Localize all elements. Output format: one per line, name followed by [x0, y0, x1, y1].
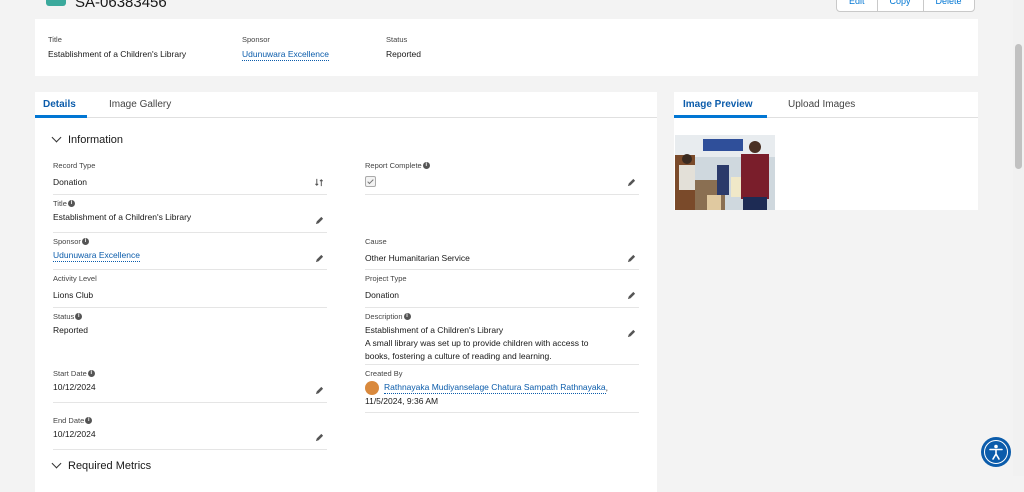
pencil-icon[interactable]: [627, 291, 636, 300]
highlight-status: Status Reported: [386, 35, 421, 59]
field-status: Status i Reported: [53, 312, 88, 335]
field-report-complete: Report Complete i: [365, 161, 430, 187]
image-tabbar: Image Preview Upload Images: [674, 92, 978, 118]
description-line: books, fostering a culture of reading an…: [365, 351, 552, 361]
divider: [53, 307, 327, 308]
tab-image-preview[interactable]: Image Preview: [683, 99, 752, 110]
pencil-icon[interactable]: [315, 433, 324, 442]
accessibility-icon[interactable]: [981, 437, 1011, 467]
highlight-sponsor: Sponsor Udunuwara Excellence: [242, 35, 329, 61]
divider: [365, 307, 639, 308]
field-project-type: Project Type Donation: [365, 274, 407, 300]
active-tab-indicator: [35, 115, 87, 118]
pencil-icon[interactable]: [315, 216, 324, 225]
action-button-group: Edit Copy Delete: [836, 0, 975, 12]
info-icon[interactable]: i: [81, 238, 89, 245]
field-end-date: End Date i 10/12/2024: [53, 416, 96, 439]
scrollbar-thumb[interactable]: [1015, 44, 1022, 169]
avatar: [365, 381, 379, 395]
divider: [53, 269, 327, 270]
preview-photo[interactable]: [675, 135, 775, 210]
field-activity-level: Activity Level Lions Club: [53, 274, 97, 300]
field-cause: Cause Other Humanitarian Service: [365, 237, 470, 263]
info-icon[interactable]: i: [85, 417, 93, 424]
change-record-type-icon[interactable]: [315, 178, 324, 187]
delete-button[interactable]: Delete: [924, 0, 974, 11]
report-complete-checkbox: [365, 176, 376, 187]
info-icon[interactable]: i: [87, 370, 95, 377]
info-icon[interactable]: i: [67, 200, 75, 207]
divider: [53, 232, 327, 233]
field-title: Title i Establishment of a Children's Lib…: [53, 199, 192, 222]
pencil-icon[interactable]: [627, 178, 636, 187]
highlight-title: Title Establishment of a Children's Libr…: [48, 35, 187, 59]
details-card: Details Image Gallery Information Record…: [35, 92, 657, 492]
copy-button[interactable]: Copy: [878, 0, 924, 11]
edit-button[interactable]: Edit: [837, 0, 878, 11]
section-required-metrics-toggle[interactable]: Required Metrics: [51, 458, 151, 472]
field-sponsor: Sponsor i Udunuwara Excellence: [53, 237, 140, 262]
info-icon[interactable]: i: [422, 162, 430, 169]
active-tab-indicator: [674, 115, 767, 118]
field-start-date: Start Date i 10/12/2024: [53, 369, 96, 392]
pencil-icon[interactable]: [315, 386, 324, 395]
record-type-icon: [46, 0, 66, 6]
divider: [53, 194, 327, 195]
tab-image-gallery[interactable]: Image Gallery: [109, 99, 171, 110]
divider: [53, 449, 327, 450]
pencil-icon[interactable]: [627, 329, 636, 338]
created-by-user-link[interactable]: Rathnayaka Mudiyanselage Chatura Sampath…: [384, 382, 606, 395]
pencil-icon[interactable]: [315, 254, 324, 263]
sponsor-field-link[interactable]: Udunuwara Excellence: [53, 250, 140, 262]
info-icon[interactable]: i: [75, 313, 83, 320]
info-icon[interactable]: i: [403, 313, 411, 320]
highlights-panel: Title Establishment of a Children's Libr…: [35, 19, 978, 76]
sponsor-link[interactable]: Udunuwara Excellence: [242, 49, 329, 61]
record-id: SA-06383456: [75, 0, 167, 11]
divider: [53, 402, 327, 403]
pencil-icon[interactable]: [627, 254, 636, 263]
created-datetime: 11/5/2024, 9:36 AM: [365, 396, 439, 406]
tab-upload-images[interactable]: Upload Images: [788, 99, 855, 110]
divider: [365, 194, 639, 195]
details-tabbar: Details Image Gallery: [35, 92, 657, 118]
field-description: Description i Establishment of a Children…: [365, 312, 589, 361]
field-record-type: Record Type Donation: [53, 161, 96, 187]
description-line: Establishment of a Children's Library: [365, 325, 504, 335]
chevron-down-icon: [51, 458, 62, 469]
section-information-toggle[interactable]: Information: [51, 132, 123, 146]
divider: [365, 412, 639, 413]
description-line: A small library was set up to provide ch…: [365, 338, 589, 348]
chevron-down-icon: [51, 132, 62, 143]
tab-details[interactable]: Details: [43, 99, 76, 110]
divider: [365, 269, 639, 270]
divider: [365, 364, 639, 365]
field-created-by: Created By Rathnayaka Mudiyanselage Chat…: [365, 369, 608, 406]
